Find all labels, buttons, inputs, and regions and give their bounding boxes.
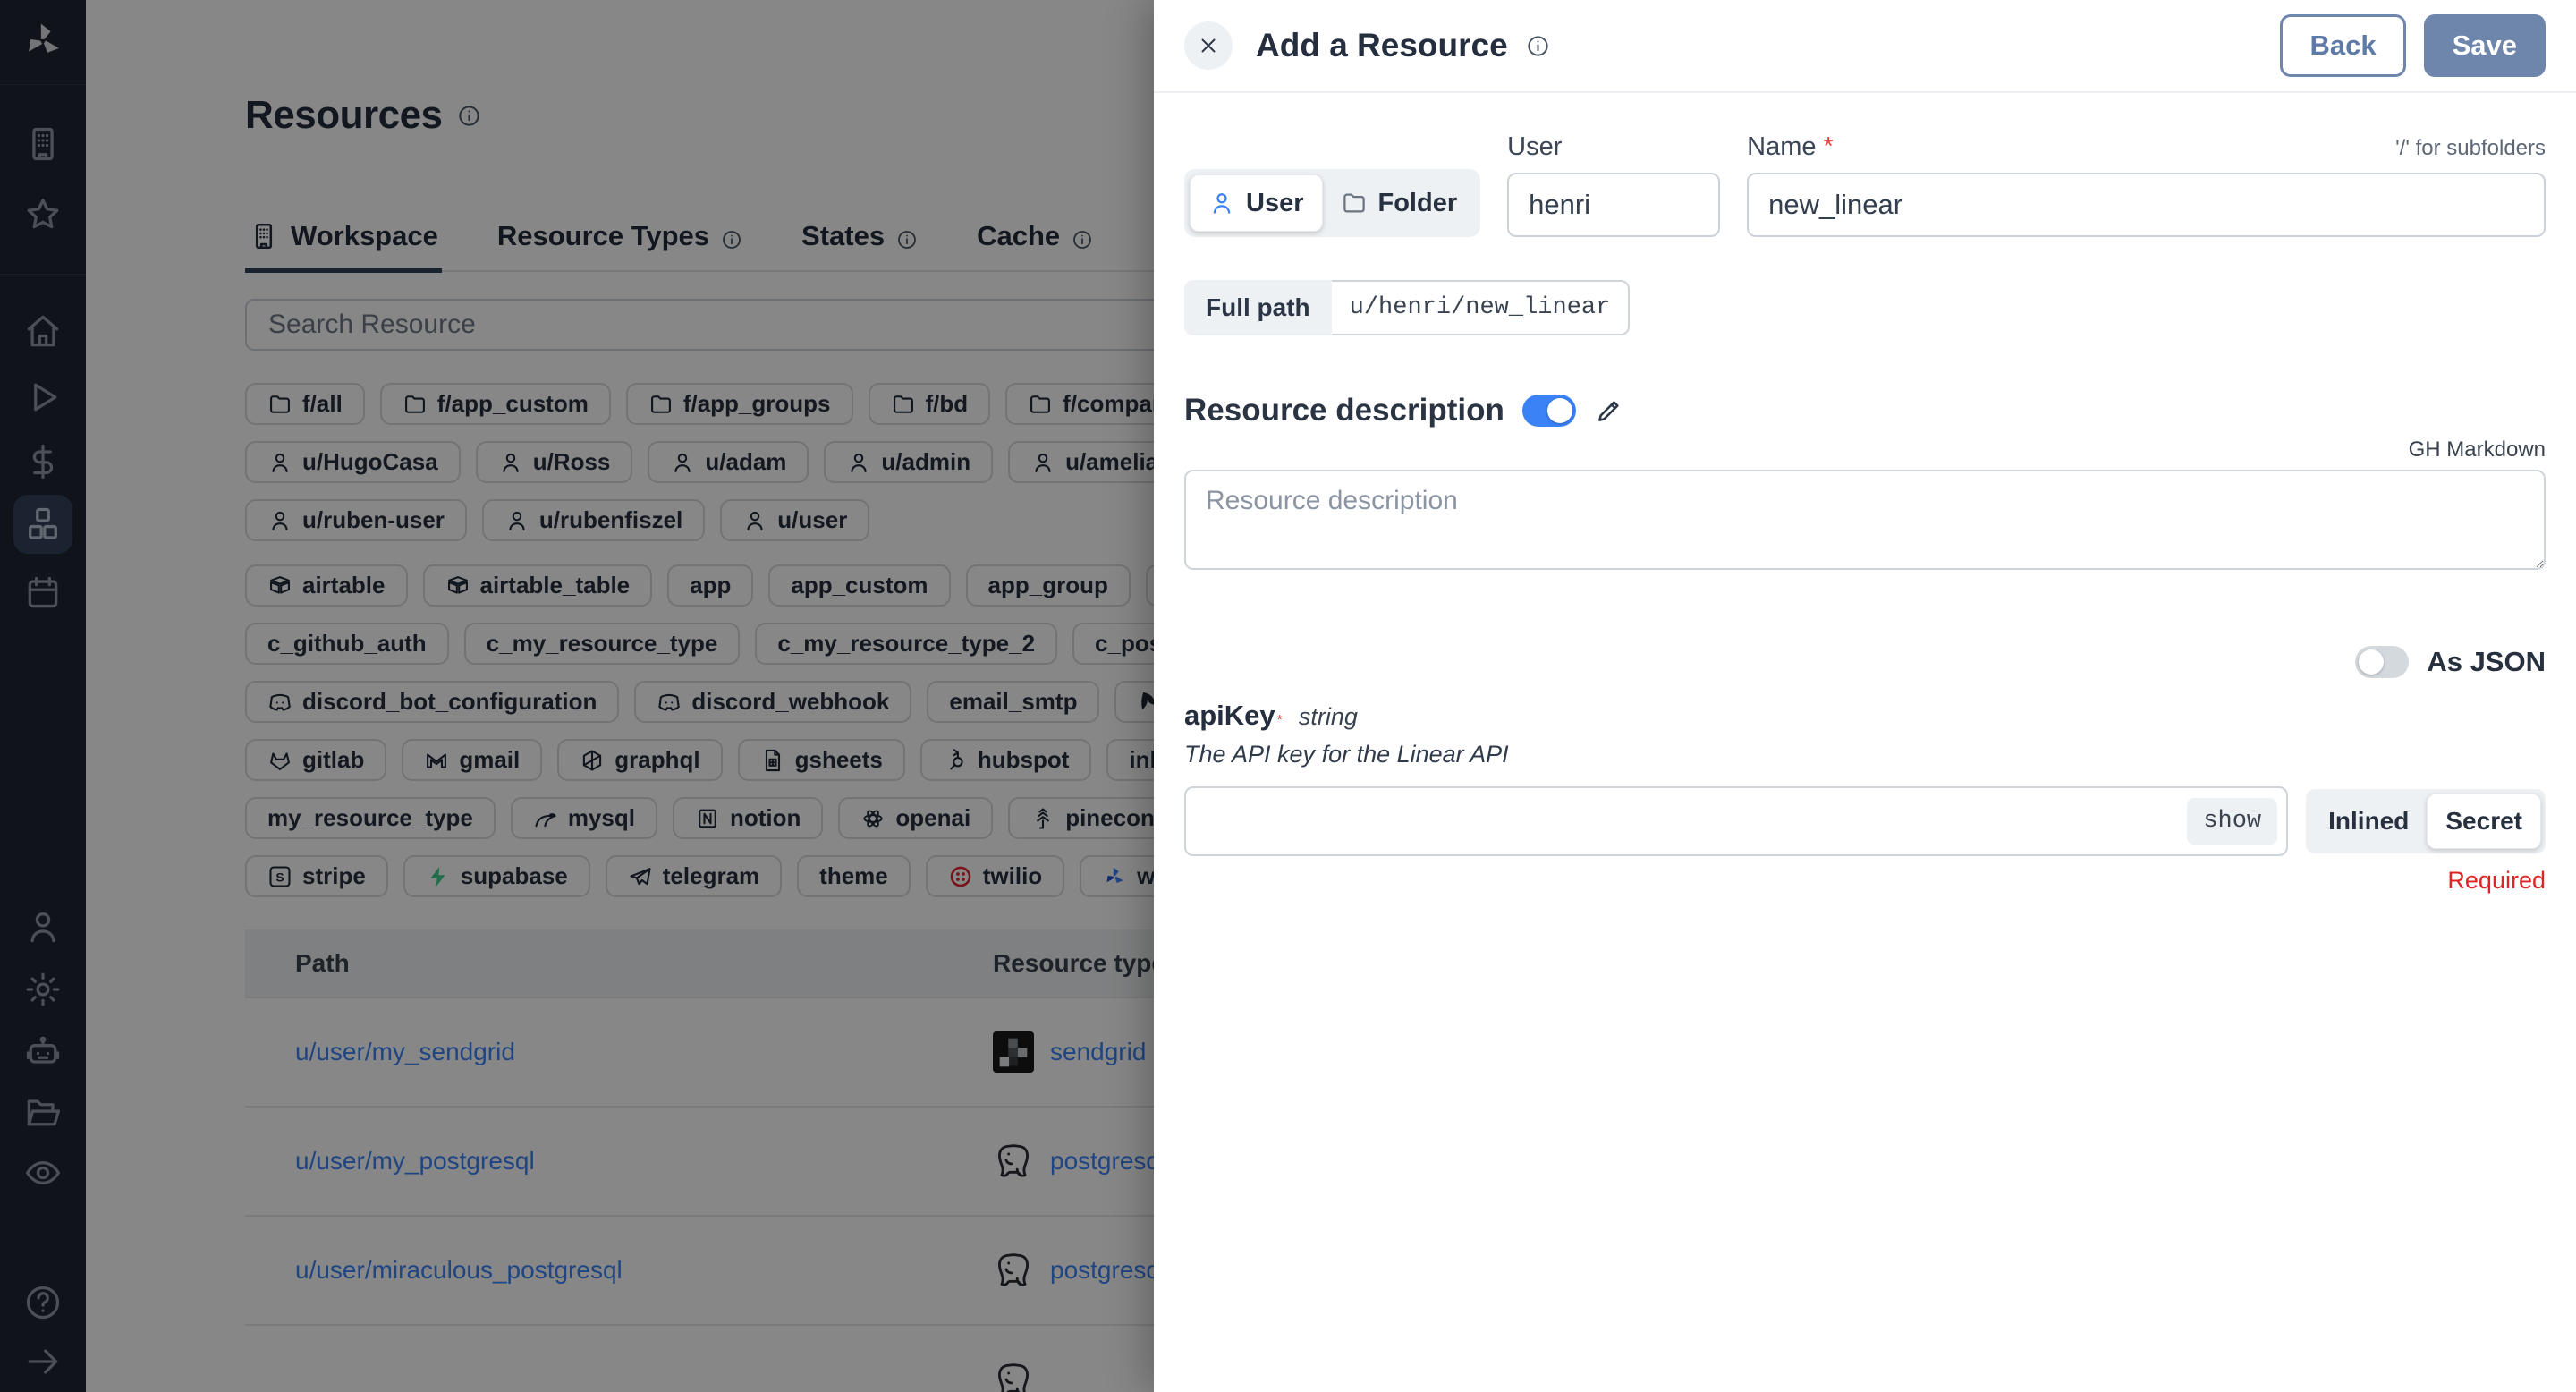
markdown-hint: GH Markdown [1184, 437, 2546, 463]
required-warning: Required [1184, 867, 2546, 895]
info-icon[interactable] [1526, 34, 1550, 58]
subfolder-hint: '/' for subfolders [2395, 136, 2546, 161]
back-button[interactable]: Back [2280, 14, 2405, 77]
inlined-option[interactable]: Inlined [2310, 794, 2427, 849]
save-button[interactable]: Save [2424, 14, 2546, 77]
owner-kind-user-label: User [1246, 189, 1304, 218]
app-root: Resources WorkspaceResource TypesStatesC… [0, 0, 2576, 1392]
as-json-label: As JSON [2427, 646, 2546, 678]
folder-icon [1341, 190, 1368, 216]
full-path-label: Full path [1184, 280, 1332, 335]
owner-kind-folder-label: Folder [1378, 189, 1458, 218]
owner-kind-toggle: User Folder [1184, 169, 1480, 237]
as-json-toggle[interactable] [2355, 646, 2409, 678]
description-textarea[interactable] [1184, 470, 2546, 570]
secret-option[interactable]: Secret [2427, 794, 2541, 849]
apikey-input[interactable] [1184, 786, 2288, 856]
drawer-body: User Folder User Name* [1154, 93, 2576, 895]
required-asterisk: * [1823, 132, 1833, 161]
name-field-label: Name* [1747, 132, 1834, 162]
description-toggle[interactable] [1522, 395, 1576, 427]
full-path: Full path u/henri/new_linear [1184, 280, 1630, 335]
show-password-button[interactable]: show [2187, 798, 2277, 845]
close-button[interactable] [1184, 21, 1233, 70]
apikey-field-name: apiKey [1184, 700, 1275, 732]
apikey-description: The API key for the Linear API [1184, 741, 2546, 768]
drawer-title: Add a Resource [1256, 27, 1508, 64]
owner-kind-user[interactable]: User [1190, 174, 1323, 232]
name-field[interactable] [1747, 173, 2546, 237]
owner-kind-folder[interactable]: Folder [1323, 174, 1476, 232]
full-path-value: u/henri/new_linear [1332, 280, 1631, 335]
pencil-icon[interactable] [1594, 395, 1624, 426]
add-resource-drawer: Add a Resource Back Save User Folder [1154, 0, 2576, 1392]
apikey-field-type: string [1299, 703, 1358, 731]
close-icon [1197, 34, 1220, 57]
description-heading: Resource description [1184, 393, 1504, 429]
required-asterisk: * [1277, 713, 1283, 729]
user-field-label: User [1507, 132, 1720, 162]
user-icon [1208, 190, 1235, 216]
user-field[interactable] [1507, 173, 1720, 237]
drawer-header: Add a Resource Back Save [1154, 0, 2576, 93]
secret-kind-toggle: Inlined Secret [2306, 789, 2546, 853]
